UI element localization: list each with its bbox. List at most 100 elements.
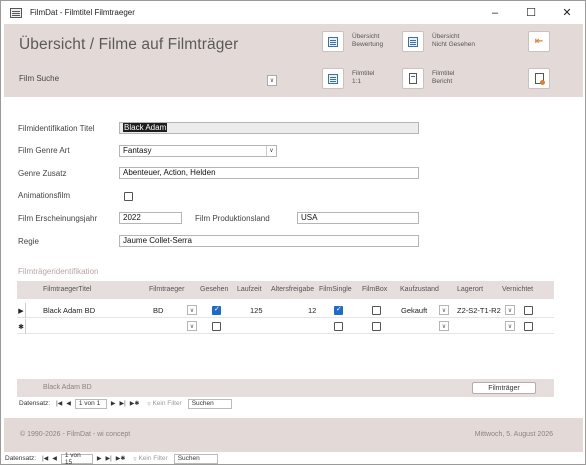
- filter-label: Kein Filter: [138, 455, 168, 462]
- chevron-down-icon[interactable]: ∨: [505, 321, 515, 331]
- year-label: Film Erscheinungsjahr: [18, 214, 98, 223]
- chevron-down-icon[interactable]: ∨: [187, 305, 197, 315]
- animation-label: Animationsfilm: [18, 191, 71, 200]
- maximize-button[interactable]: ☐: [513, 1, 549, 24]
- overview-unseen-label: Übersicht Nicht Gesehen: [432, 33, 475, 49]
- table-row[interactable]: ▶ Black Adam BD BD ∨ 125 12 Gekauft ∨ Z2…: [17, 303, 554, 318]
- button-label-line2: 1:1: [352, 78, 362, 85]
- button-label-line2: Nicht Gesehen: [432, 41, 475, 48]
- animation-checkbox[interactable]: [124, 192, 133, 201]
- table-doc-icon: [328, 36, 338, 47]
- condition-cell[interactable]: Gekauft: [401, 306, 427, 315]
- nav-label: Datensatz:: [5, 455, 37, 462]
- column-header[interactable]: FilmBox: [362, 286, 387, 293]
- new-record-icon[interactable]: ▶✱: [114, 455, 128, 462]
- copyright-text: © 1990-2026 - FilmDat - wi concept: [20, 431, 131, 438]
- destroyed-checkbox[interactable]: [524, 306, 533, 315]
- carrier-title-cell[interactable]: Black Adam BD: [43, 306, 95, 315]
- filter-toggle[interactable]: ▿ Kein Filter: [133, 455, 167, 463]
- button-label-line2: Bewertung: [352, 41, 384, 48]
- country-field[interactable]: USA: [297, 212, 419, 224]
- location-cell[interactable]: Z2-S2-T1-R2: [457, 306, 501, 315]
- overview-rating-button[interactable]: [322, 31, 344, 52]
- country-value: USA: [301, 213, 318, 222]
- box-checkbox[interactable]: [372, 306, 381, 315]
- search-box[interactable]: Suchen: [187, 398, 232, 409]
- seen-checkbox[interactable]: [212, 322, 221, 331]
- subform-record-navigator: Datensatz: |◀ ◀ 1 von 1 ▶ ▶| ▶✱ ▿ Kein F…: [19, 398, 232, 409]
- chevron-down-icon[interactable]: ∨: [439, 305, 449, 315]
- button-label-line1: Filmtitel: [352, 70, 375, 77]
- carrier-button[interactable]: Filmträger: [472, 382, 536, 394]
- record-counter[interactable]: 1 von 15: [60, 452, 93, 465]
- previous-record-icon[interactable]: ◀: [50, 455, 59, 462]
- next-record-icon[interactable]: ▶: [109, 400, 118, 407]
- film-id-field[interactable]: Black Adam: [119, 122, 419, 134]
- filter-label: Kein Filter: [152, 400, 182, 407]
- genre-combobox[interactable]: Fantasy ∨: [119, 145, 277, 157]
- runtime-cell[interactable]: 125: [250, 306, 263, 315]
- chevron-down-icon[interactable]: ∨: [439, 321, 449, 331]
- exit-button[interactable]: ⇤: [528, 31, 550, 52]
- new-record-icon[interactable]: ▶✱: [128, 400, 142, 407]
- carrier-cell[interactable]: BD: [153, 306, 163, 315]
- record-selector-icon[interactable]: ▶: [17, 303, 26, 318]
- subform-footer-title: Black Adam BD: [43, 384, 92, 391]
- button-label-line1: Übersicht: [432, 33, 460, 40]
- new-record-icon[interactable]: ✱: [17, 319, 26, 334]
- search-dropdown[interactable]: ∨: [267, 75, 277, 86]
- column-header[interactable]: Kaufzustand: [400, 286, 439, 293]
- genre-extra-field[interactable]: Abenteuer, Action, Helden: [119, 167, 419, 179]
- column-header[interactable]: Altersfreigabe: [271, 286, 314, 293]
- button-label-line2: Bericht: [432, 78, 453, 85]
- next-record-icon[interactable]: ▶: [95, 455, 104, 462]
- column-header[interactable]: Laufzeit: [237, 286, 262, 293]
- column-header[interactable]: Vernichtet: [502, 286, 533, 293]
- form-footer: © 1990-2026 - FilmDat - wi concept Mittw…: [4, 418, 583, 452]
- filmtitle-report-button[interactable]: [402, 68, 424, 89]
- exit-icon: ⇤: [534, 36, 544, 47]
- print-preview-button[interactable]: [528, 68, 550, 89]
- first-record-icon[interactable]: |◀: [40, 455, 50, 462]
- subform-footer: Black Adam BD Filmträger: [17, 379, 554, 397]
- destroyed-checkbox[interactable]: [524, 322, 533, 331]
- seen-checkbox[interactable]: [212, 305, 221, 315]
- filter-toggle[interactable]: ▿ Kein Filter: [147, 400, 181, 408]
- main-record-navigator: Datensatz: |◀ ◀ 1 von 15 ▶ ▶| ▶✱ ▿ Kein …: [5, 452, 218, 465]
- column-header[interactable]: Gesehen: [200, 286, 228, 293]
- filmtitle-1to1-button[interactable]: [322, 68, 344, 89]
- carrier-subform: FilmtraegerTitel Filmtraeger Gesehen Lau…: [17, 281, 554, 336]
- new-record-row[interactable]: ✱ ∨ ∨ ∨: [17, 319, 554, 334]
- search-label: Film Suche: [19, 74, 60, 83]
- genre-extra-label: Genre Zusatz: [18, 169, 67, 178]
- last-record-icon[interactable]: ▶|: [118, 400, 128, 407]
- column-header[interactable]: Filmtraeger: [149, 286, 184, 293]
- age-cell[interactable]: 12: [308, 306, 316, 315]
- chevron-down-icon[interactable]: ∨: [266, 146, 276, 156]
- previous-record-icon[interactable]: ◀: [64, 400, 73, 407]
- record-counter[interactable]: 1 von 1: [74, 398, 107, 409]
- close-button[interactable]: ✕: [549, 1, 585, 24]
- filter-icon: ▿: [133, 455, 137, 463]
- film-id-label: Filmidentifikation Titel: [18, 124, 95, 133]
- date-text: Mittwoch, 5. August 2026: [474, 431, 553, 438]
- single-checkbox[interactable]: [334, 305, 343, 315]
- single-checkbox[interactable]: [334, 322, 343, 331]
- overview-unseen-button[interactable]: [402, 31, 424, 52]
- column-header[interactable]: FilmSingle: [319, 286, 352, 293]
- genre-label: Film Genre Art: [18, 146, 70, 155]
- column-header[interactable]: Lagerort: [457, 286, 483, 293]
- window-title: FilmDat - Filmtitel Filmtraeger: [30, 8, 135, 17]
- genre-extra-value: Abenteuer, Action, Helden: [123, 168, 216, 177]
- column-header[interactable]: FilmtraegerTitel: [43, 286, 91, 293]
- chevron-down-icon[interactable]: ∨: [187, 321, 197, 331]
- filter-icon: ▿: [147, 400, 151, 408]
- chevron-down-icon[interactable]: ∨: [505, 305, 515, 315]
- minimize-button[interactable]: –: [477, 1, 513, 24]
- last-record-icon[interactable]: ▶|: [104, 455, 114, 462]
- year-field[interactable]: 2022: [119, 212, 182, 224]
- search-box[interactable]: Suchen: [173, 453, 218, 464]
- director-field[interactable]: Jaume Collet-Serra: [119, 235, 419, 247]
- first-record-icon[interactable]: |◀: [54, 400, 64, 407]
- box-checkbox[interactable]: [372, 322, 381, 331]
